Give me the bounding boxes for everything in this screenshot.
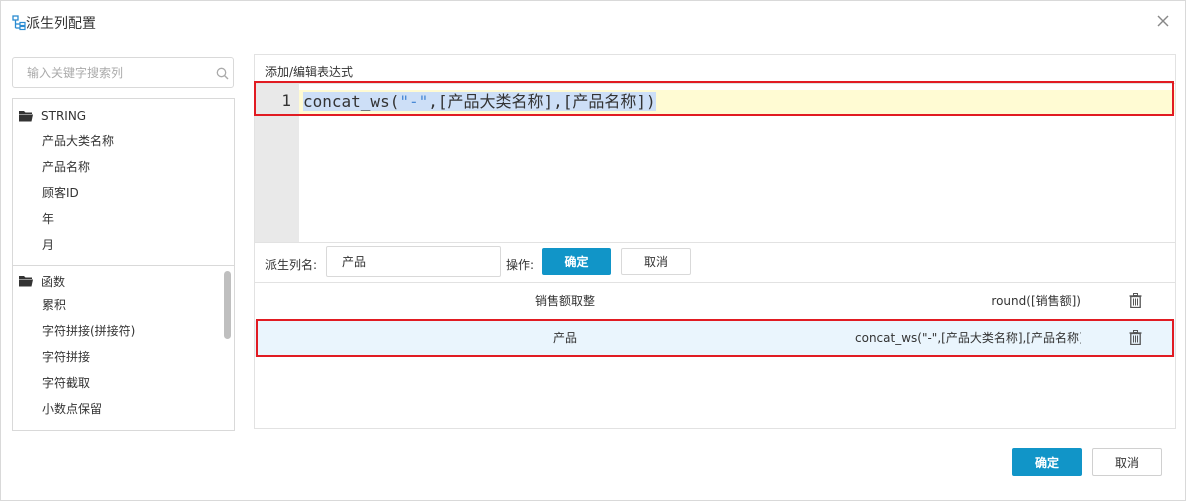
folder-string[interactable]: STRING — [19, 106, 86, 126]
trash-icon[interactable] — [1129, 293, 1142, 308]
scrollbar-thumb[interactable] — [224, 271, 231, 339]
function-item[interactable]: 字符拼接 — [42, 348, 90, 366]
function-item[interactable]: 累积 — [42, 296, 66, 314]
cancel-button[interactable]: 取消 — [1092, 448, 1162, 476]
ok-button[interactable]: 确定 — [1012, 448, 1082, 476]
column-item[interactable]: 年 — [42, 210, 54, 228]
dialog-title: 派生列配置 — [26, 16, 96, 32]
table-row[interactable]: 销售额取整 round([销售额]) — [255, 283, 1175, 320]
column-tree: STRING 产品大类名称 产品名称 顾客ID 年 月 日期 函数 累积 — [12, 98, 235, 431]
row-highlight-box — [256, 319, 1174, 357]
function-item[interactable]: 字符截取 — [42, 374, 90, 392]
column-picker-panel: STRING 产品大类名称 产品名称 顾客ID 年 月 日期 函数 累积 — [11, 56, 236, 432]
function-item[interactable]: 字符拼接(拼接符) — [42, 322, 135, 340]
string-columns-section: STRING 产品大类名称 产品名称 顾客ID 年 月 日期 — [13, 99, 234, 266]
derived-column-list: 销售额取整 round([销售额]) 产品 concat_ws("-",[产品大… — [255, 282, 1175, 428]
close-icon[interactable] — [1153, 11, 1173, 31]
column-item[interactable]: 产品名称 — [42, 158, 90, 176]
derived-name-input[interactable] — [326, 246, 501, 277]
search-box — [12, 57, 234, 88]
folder-label: STRING — [41, 109, 87, 123]
confirm-expression-button[interactable]: 确定 — [542, 248, 611, 275]
derived-name-row: 派生列名: 操作: 确定 取消 — [255, 244, 1175, 286]
derived-name-label: 派生列名: — [265, 258, 318, 272]
editor-highlight-box — [254, 81, 1174, 116]
column-item[interactable]: 日期 — [42, 262, 66, 265]
derived-column-expression: round([销售额]) — [991, 294, 1081, 308]
column-config-icon — [12, 15, 26, 31]
column-item[interactable]: 顾客ID — [42, 184, 79, 202]
folder-label: 函数 — [41, 274, 66, 289]
folder-functions[interactable]: 函数 — [19, 271, 65, 291]
column-item[interactable]: 产品大类名称 — [42, 132, 114, 150]
derived-column-dialog: 派生列配置 STRING 产品大类名称 — [0, 0, 1186, 501]
cancel-expression-button[interactable]: 取消 — [621, 248, 691, 275]
expression-panel: 添加/编辑表达式 1 concat_ws("-",[产品大类名称],[产品名称]… — [254, 54, 1176, 429]
functions-section: 函数 累积 字符拼接(拼接符) 字符拼接 字符截取 小数点保留 — [13, 267, 234, 430]
expression-label: 添加/编辑表达式 — [265, 65, 354, 79]
search-icon[interactable] — [216, 67, 229, 80]
dialog-header: 派生列配置 — [1, 1, 1185, 46]
function-item[interactable]: 小数点保留 — [42, 400, 102, 418]
folder-icon — [19, 111, 33, 122]
operation-label: 操作: — [506, 258, 535, 272]
column-item[interactable]: 月 — [42, 236, 54, 254]
search-input[interactable] — [27, 64, 207, 82]
function-scrollbar[interactable] — [221, 267, 233, 430]
folder-icon — [19, 276, 33, 287]
derived-column-name: 销售额取整 — [534, 294, 595, 308]
